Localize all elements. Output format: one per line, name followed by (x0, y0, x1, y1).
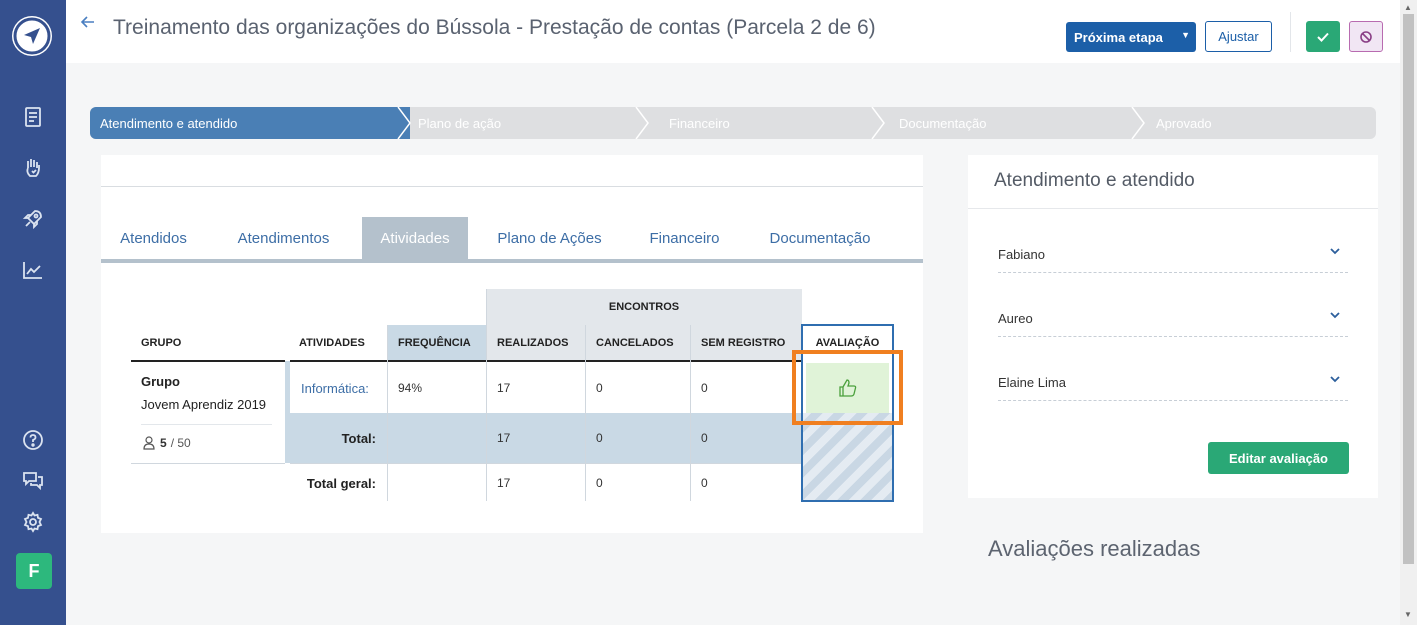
col-realizados: REALIZADOS (497, 337, 569, 349)
tab-atendimentos[interactable]: Atendimentos (220, 217, 347, 259)
chevron-down-icon (1330, 374, 1340, 387)
group-members: 5 / 50 (143, 436, 191, 450)
sidebar: F (0, 0, 66, 625)
compass-logo-icon (13, 17, 51, 55)
top-header: Treinamento das organizações do Bússola … (66, 0, 1400, 63)
user-icon (143, 436, 155, 450)
tab-atividades[interactable]: Atividades (362, 217, 468, 259)
member-capacity: / 50 (170, 436, 191, 450)
total-geral-label: Total geral: (306, 475, 376, 491)
adjust-button[interactable]: Ajustar (1205, 21, 1272, 52)
select-value: Fabiano (998, 247, 1045, 262)
total-realizados: 17 (497, 431, 511, 445)
header-divider (1290, 12, 1291, 52)
tab-documentacao[interactable]: Documentação (752, 217, 888, 259)
grid-line (486, 289, 487, 501)
scroll-thumb[interactable] (1403, 14, 1414, 564)
block-icon (1360, 30, 1372, 43)
group-name: Jovem Aprendiz 2019 (141, 397, 267, 412)
step-plano-de-acao[interactable]: Plano de ação (418, 107, 501, 139)
select-evaluator-2[interactable]: Aureo (998, 301, 1348, 337)
grid-line (387, 325, 388, 501)
chart-line-icon[interactable] (20, 257, 46, 283)
tab-financeiro[interactable]: Financeiro (633, 217, 736, 259)
card-divider (101, 186, 923, 187)
col-grupo: GRUPO (141, 337, 182, 349)
select-value: Aureo (998, 311, 1033, 326)
col-frequencia: FREQUÊNCIA (398, 337, 471, 349)
step-financeiro[interactable]: Financeiro (669, 107, 730, 139)
col-atividades: ATIVIDADES (299, 337, 365, 349)
hand-heart-icon[interactable] (20, 155, 46, 181)
group-title: Grupo (141, 374, 180, 389)
panel-divider (968, 208, 1378, 209)
help-icon[interactable] (20, 427, 46, 453)
highlight-frame (792, 350, 903, 425)
total-cancelados: 0 (596, 431, 603, 445)
chevron-down-icon (1330, 246, 1340, 259)
total-label: Total: (341, 430, 376, 446)
select-evaluator-3[interactable]: Elaine Lima (998, 365, 1348, 401)
logo[interactable] (12, 16, 52, 56)
next-step-button[interactable]: Próxima etapa ▼ (1066, 22, 1196, 52)
chat-icon[interactable] (20, 467, 46, 493)
step-separator (871, 107, 885, 139)
tab-underline (101, 259, 923, 263)
grid-line (690, 325, 691, 501)
page-title: Treinamento das organizações do Bússola … (113, 16, 876, 39)
grid-line (585, 325, 586, 501)
scroll-up-icon[interactable]: ▲ (1404, 3, 1412, 12)
table-header-underline (290, 360, 802, 362)
avatar[interactable]: F (16, 553, 52, 589)
step-separator (1131, 107, 1145, 139)
total-geral-sem-registro: 0 (701, 476, 708, 490)
tab-atendidos[interactable]: Atendidos (101, 217, 206, 259)
step-documentacao[interactable]: Documentação (899, 107, 986, 139)
grid-line (131, 463, 285, 464)
col-sem-registro: SEM REGISTRO (701, 337, 786, 349)
cancelados-value: 0 (596, 381, 603, 395)
scrollbar[interactable]: ▲ ▼ (1400, 0, 1417, 625)
step-aprovado[interactable]: Aprovado (1156, 107, 1212, 139)
encontros-header: ENCONTROS (608, 301, 680, 313)
group-divider (141, 424, 272, 425)
check-icon (1317, 32, 1329, 42)
total-geral-cancelados: 0 (596, 476, 603, 490)
scroll-down-icon[interactable]: ▼ (1404, 610, 1412, 619)
back-arrow-icon[interactable] (80, 14, 96, 35)
total-geral-realizados: 17 (497, 476, 511, 490)
chevron-down-icon (1330, 310, 1340, 323)
section-title-evaluations: Avaliações realizadas (988, 536, 1201, 561)
approve-button[interactable] (1306, 21, 1340, 52)
col-cancelados: CANCELADOS (596, 337, 674, 349)
step-separator (635, 107, 649, 139)
realizados-value: 17 (497, 381, 511, 395)
grupo-header-underline (131, 360, 285, 362)
caret-down-icon: ▼ (1181, 30, 1190, 40)
document-icon[interactable] (20, 104, 46, 130)
next-step-label: Próxima etapa (1074, 29, 1163, 45)
select-evaluator-1[interactable]: Fabiano (998, 237, 1348, 273)
total-sem-registro: 0 (701, 431, 708, 445)
activity-link[interactable]: Informática: (301, 363, 369, 413)
progress-steps: Atendimento e atendido Plano de ação Fin… (90, 107, 1376, 139)
member-count: 5 (160, 436, 167, 450)
select-value: Elaine Lima (998, 375, 1066, 390)
gear-icon[interactable] (20, 509, 46, 535)
step-separator (390, 107, 411, 139)
edit-evaluation-button[interactable]: Editar avaliação (1208, 442, 1349, 474)
sem-registro-value: 0 (701, 381, 708, 395)
reject-button[interactable] (1349, 21, 1383, 52)
tab-plano-de-acoes[interactable]: Plano de Ações (482, 217, 617, 259)
frequencia-value: 94% (398, 381, 423, 395)
rocket-icon[interactable] (20, 206, 46, 232)
panel-title: Atendimento e atendido (994, 170, 1195, 191)
step-atendimento[interactable]: Atendimento e atendido (100, 107, 237, 139)
